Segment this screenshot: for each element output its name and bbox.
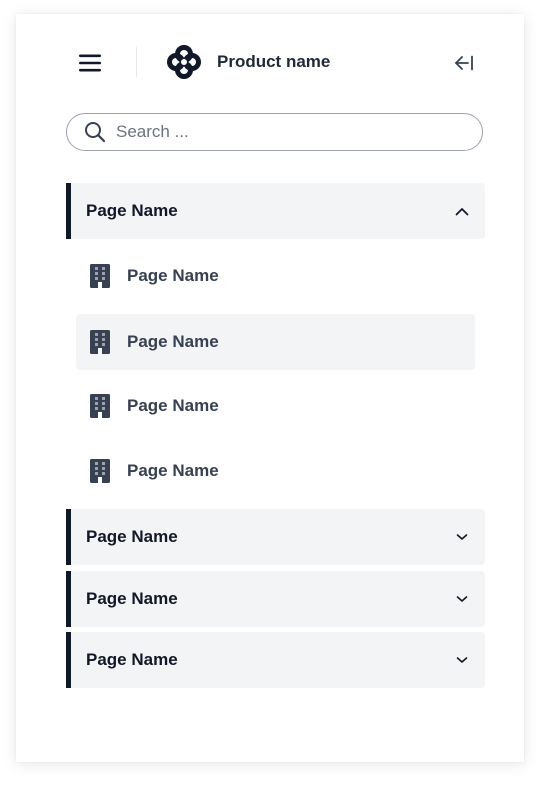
chevron-up-icon: [454, 203, 470, 219]
sidebar-panel: Product name Page Name: [16, 14, 524, 762]
nav-group-label: Page Name: [86, 201, 178, 220]
four-petal-logo-icon: [167, 45, 201, 79]
chevron-down-icon: [454, 529, 470, 545]
nav-group-label: Page Name: [86, 650, 178, 669]
nav-subitem-1[interactable]: Page Name: [76, 248, 475, 304]
nav-subitem-label: Page Name: [127, 266, 219, 285]
search-box: [66, 113, 483, 151]
nav-subitem-3[interactable]: Page Name: [76, 378, 475, 434]
nav-group-3[interactable]: Page Name: [66, 571, 485, 627]
building-icon: [90, 330, 110, 354]
nav-group-4[interactable]: Page Name: [66, 632, 485, 688]
sidebar-header: Product name: [16, 14, 524, 110]
arrow-left-to-bar-icon: [455, 55, 473, 71]
product-name: Product name: [217, 52, 331, 71]
chevron-down-icon: [454, 591, 470, 607]
collapse-sidebar-button[interactable]: [452, 51, 476, 75]
nav-subitem-4[interactable]: Page Name: [76, 443, 475, 499]
chevron-down-icon: [454, 652, 470, 668]
nav-group-label: Page Name: [86, 527, 178, 546]
nav-subitem-label: Page Name: [127, 461, 219, 480]
header-divider: [136, 47, 137, 77]
nav-group-2[interactable]: Page Name: [66, 509, 485, 565]
hamburger-menu-icon: [79, 54, 101, 72]
nav-subitem-2[interactable]: Page Name: [76, 314, 475, 370]
building-icon: [90, 264, 110, 288]
search-icon: [84, 121, 106, 143]
building-icon: [90, 394, 110, 418]
nav-subitem-label: Page Name: [127, 332, 219, 351]
building-icon: [90, 459, 110, 483]
nav-subitem-label: Page Name: [127, 396, 219, 415]
nav-group-1[interactable]: Page Name: [66, 183, 485, 239]
nav-group-label: Page Name: [86, 589, 178, 608]
search-input[interactable]: [116, 122, 456, 142]
menu-button[interactable]: [77, 50, 103, 76]
